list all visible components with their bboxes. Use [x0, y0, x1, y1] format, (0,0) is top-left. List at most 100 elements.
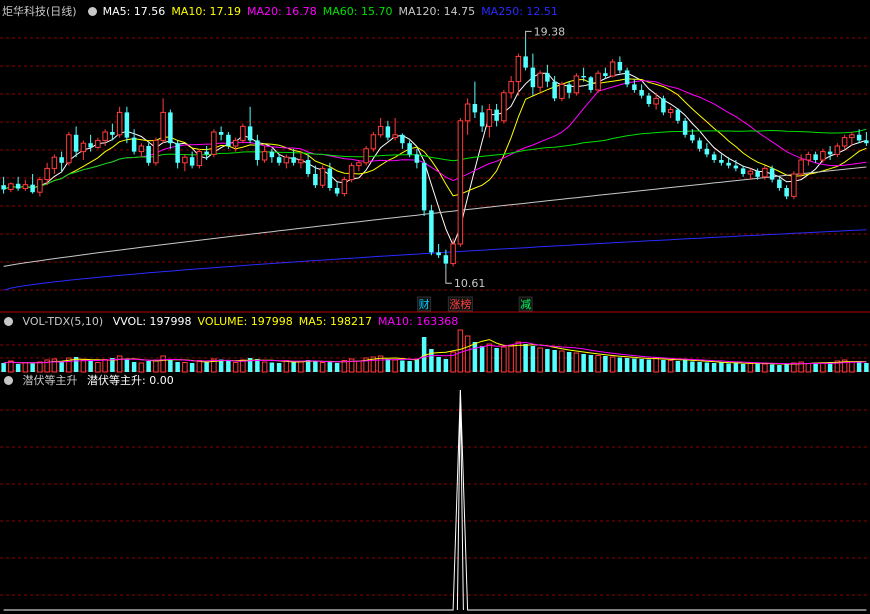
volume-bar	[407, 361, 412, 372]
candle	[834, 143, 841, 158]
volume-bar	[414, 359, 420, 372]
candle-body	[110, 132, 115, 135]
candle-body	[30, 184, 35, 193]
candle-body	[196, 151, 203, 167]
volume-bar	[603, 356, 608, 372]
ma120-line	[3, 166, 867, 267]
volume-bar	[168, 359, 173, 372]
event-marker-label: 涨榜	[449, 297, 471, 311]
candle-body	[573, 75, 580, 94]
volume-bar	[131, 362, 137, 372]
candle	[777, 176, 782, 191]
candle	[661, 95, 666, 116]
candle-body	[385, 126, 391, 138]
volume-bar	[595, 355, 601, 373]
volume-bar	[319, 362, 326, 373]
candle	[218, 126, 224, 141]
ma-legend-item: MA20: 16.78	[247, 5, 317, 18]
candle-body	[414, 154, 420, 163]
candle-body	[813, 154, 818, 160]
volume-bar	[784, 364, 789, 372]
event-marker[interactable]: 减	[518, 296, 533, 312]
volume-bar	[675, 361, 681, 372]
candle	[632, 78, 637, 93]
candle	[276, 154, 282, 166]
candle	[313, 165, 318, 188]
candle	[400, 133, 405, 149]
candle-body	[791, 173, 797, 197]
volume-bar	[639, 359, 644, 372]
volume-bar	[545, 349, 550, 372]
candle	[146, 143, 151, 166]
candle-body	[464, 103, 471, 122]
candle	[334, 182, 340, 197]
candle	[711, 151, 717, 163]
candle-body	[95, 139, 101, 148]
candle	[515, 53, 522, 96]
candle-body	[479, 112, 485, 127]
candle	[341, 176, 348, 197]
candle	[168, 109, 173, 149]
volume-bar	[820, 362, 826, 373]
candle	[769, 165, 775, 183]
candle	[436, 244, 441, 258]
candle	[667, 106, 674, 118]
candle	[240, 123, 246, 144]
volume-panel-header: VOL-TDX(5,10) VVOL: 197998 VOLUME: 197998…	[2, 314, 470, 329]
candle	[305, 154, 311, 177]
candle	[392, 118, 398, 141]
event-marker[interactable]: 财	[417, 296, 432, 312]
candle-body	[168, 112, 173, 144]
volume-bar	[15, 364, 21, 372]
candle	[160, 98, 166, 144]
volume-bar	[508, 344, 514, 373]
candle	[646, 92, 652, 107]
volume-settings-circle-icon[interactable]	[4, 317, 13, 326]
candle-body	[131, 137, 137, 152]
ma5-line	[3, 72, 867, 247]
volume-bar	[59, 362, 64, 372]
volume-indicator-name: VOL-TDX(5,10)	[22, 315, 104, 328]
candle-body	[400, 134, 405, 144]
candle-body	[588, 77, 594, 90]
volume-bar	[313, 361, 318, 372]
candle-body	[276, 157, 282, 163]
stock-title: 炬华科技(日线)	[2, 5, 77, 18]
candle-body	[784, 188, 789, 197]
volume-bar	[704, 362, 710, 372]
candle-body	[226, 134, 231, 146]
candle	[740, 165, 746, 177]
candle	[211, 129, 217, 158]
candle	[530, 53, 536, 96]
volume-bar	[182, 362, 188, 373]
volume-bar	[116, 355, 123, 373]
settings-circle-icon[interactable]	[88, 7, 98, 16]
volume-bar	[37, 361, 43, 373]
volume-bar	[88, 361, 93, 372]
ma20-line	[3, 80, 867, 190]
volume-bar	[646, 359, 652, 372]
candle-body	[370, 134, 377, 150]
indicator-panel-header: 潜伏等主升 潜伏等主升: 0.00	[2, 373, 180, 388]
candle-body	[44, 167, 50, 181]
indicator-settings-circle-icon[interactable]	[4, 376, 13, 385]
indicator-spike	[456, 389, 464, 611]
volume-bar	[160, 355, 166, 373]
candle	[813, 151, 818, 163]
volume-bar	[769, 364, 775, 372]
volume-bar	[624, 358, 630, 372]
candle-body	[313, 174, 318, 186]
candle	[255, 134, 260, 166]
volume-bar	[537, 347, 543, 373]
candle-body	[486, 109, 493, 127]
candle	[841, 134, 848, 149]
candle-body	[552, 81, 557, 99]
volume-bar	[486, 343, 493, 373]
candle-body	[747, 170, 754, 175]
volume-bar	[443, 359, 449, 372]
event-marker[interactable]: 涨榜	[447, 296, 473, 312]
candle-body	[363, 148, 369, 164]
candle	[73, 126, 79, 158]
candle-body	[1, 185, 6, 190]
high-pointer	[525, 30, 532, 38]
